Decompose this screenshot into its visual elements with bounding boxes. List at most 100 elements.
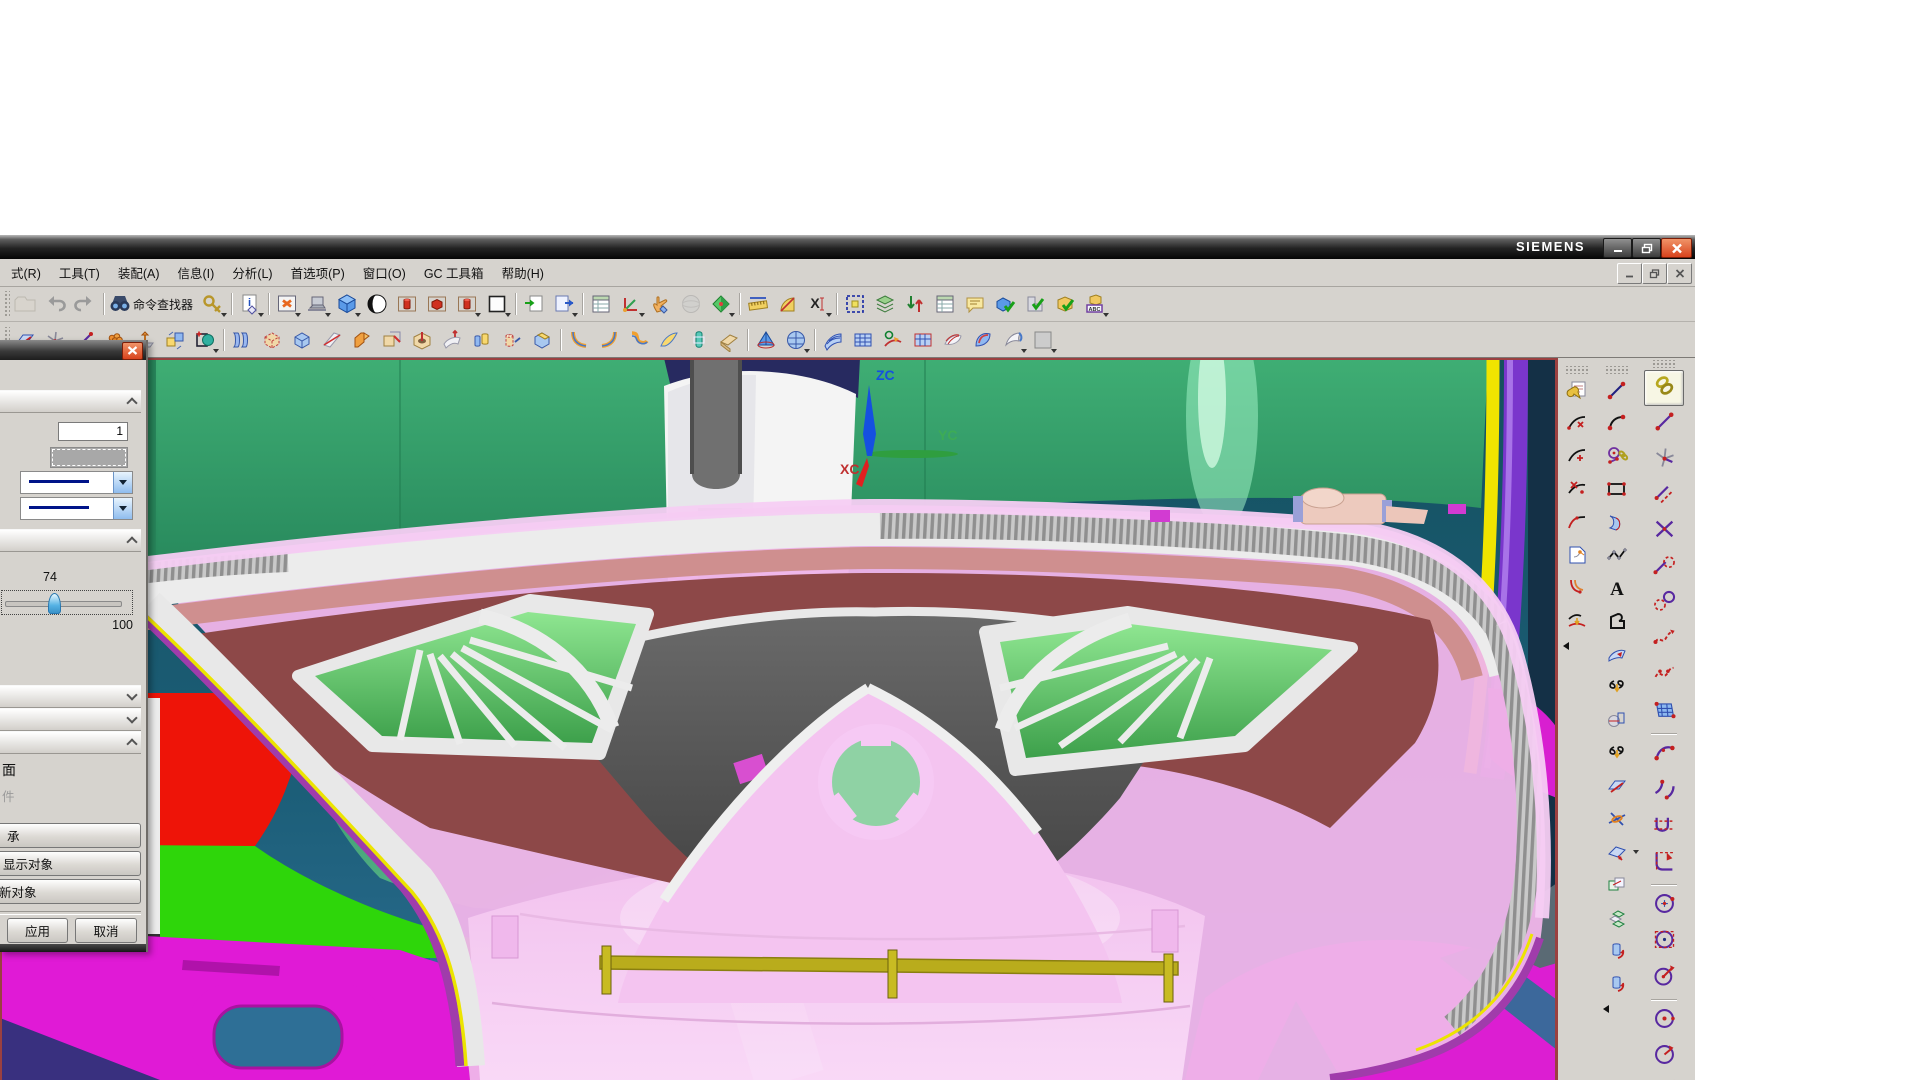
bounded-plane-button[interactable]	[908, 325, 938, 355]
linewidth-select[interactable]	[20, 497, 133, 520]
dialog-section-header-3[interactable]	[0, 685, 141, 708]
dialog-section-header-2[interactable]	[0, 529, 141, 552]
dropdown-arrow-icon[interactable]	[221, 313, 228, 317]
swept-surface-button[interactable]	[968, 325, 998, 355]
arc-tangent-button[interactable]	[1644, 773, 1684, 809]
ribbed-wall-button[interactable]	[227, 325, 257, 355]
undo-button[interactable]	[40, 289, 70, 319]
add-curve-point-button[interactable]	[1560, 442, 1594, 475]
dropdown-arrow-icon[interactable]	[804, 348, 810, 353]
dropdown-arrow-icon[interactable]	[1021, 348, 1027, 353]
dropdown-arrow-icon[interactable]	[1051, 348, 1057, 353]
circle-tangent-dash-button[interactable]	[1644, 1075, 1684, 1080]
child-close-button[interactable]	[1667, 263, 1692, 284]
sheet-from-curve-button[interactable]	[1560, 541, 1594, 574]
sketch-button[interactable]	[190, 325, 220, 355]
fit-window-button[interactable]	[272, 289, 302, 319]
color-swatch[interactable]	[50, 447, 128, 468]
circle-center-plus-button[interactable]	[1644, 888, 1684, 924]
display-mode-button[interactable]	[302, 289, 332, 319]
u-trim-button[interactable]	[1644, 809, 1684, 845]
offset-curve-pair-button[interactable]	[1560, 574, 1594, 607]
cavity-button[interactable]	[407, 325, 437, 355]
menu-item-preferences[interactable]: 首选项(P)	[282, 259, 354, 286]
grid-surface-button[interactable]	[1644, 694, 1684, 730]
bounding-body-button[interactable]	[840, 289, 870, 319]
bend-sheet-button[interactable]	[347, 325, 377, 355]
plane-arrow-button[interactable]	[1600, 838, 1639, 871]
information-query-button[interactable]: i	[235, 289, 265, 319]
open-button[interactable]	[10, 289, 40, 319]
move-to-layer-button[interactable]	[900, 289, 930, 319]
part-list-button[interactable]	[586, 289, 616, 319]
menu-item-assemblies[interactable]: 装配(A)	[109, 259, 169, 286]
spline-arrow-button[interactable]	[1644, 622, 1684, 658]
subtract-boolean-button[interactable]	[377, 325, 407, 355]
trim-body-button[interactable]	[317, 325, 347, 355]
line-and-circle-button[interactable]	[1644, 550, 1684, 586]
circle-radius-arrow-button[interactable]	[1644, 1039, 1684, 1075]
move-copy-button[interactable]	[160, 325, 190, 355]
label-abc-button[interactable]: ABC	[1080, 289, 1110, 319]
menu-item-help[interactable]: 帮助(H)	[493, 259, 553, 286]
pyramid-button[interactable]	[751, 325, 781, 355]
cylinder-arc-arrow-button[interactable]	[1600, 937, 1634, 970]
dropdown-arrow-icon[interactable]	[729, 313, 736, 317]
menu-item-format[interactable]: 式(R)	[2, 259, 50, 286]
section-plane-button[interactable]	[1600, 772, 1634, 805]
dialog-title-bar[interactable]	[0, 340, 146, 360]
user-defaults-button[interactable]	[198, 289, 228, 319]
wave-spline-button[interactable]	[1644, 658, 1684, 694]
plain-background-button[interactable]	[482, 289, 512, 319]
dropdown-arrow-icon[interactable]	[325, 313, 332, 317]
menu-item-tools[interactable]: 工具(T)	[50, 259, 109, 286]
child-restore-button[interactable]	[1642, 263, 1667, 284]
unite-boolean-button[interactable]	[467, 325, 497, 355]
export-part-button[interactable]	[549, 289, 579, 319]
corner-extend-button[interactable]	[1644, 845, 1684, 881]
face-blend-button[interactable]	[594, 325, 624, 355]
dialog-section-header-1[interactable]	[0, 390, 141, 413]
edge-blend-button[interactable]	[564, 325, 594, 355]
layer-settings-button[interactable]	[870, 289, 900, 319]
check-sections-button[interactable]	[1020, 289, 1050, 319]
solid-in-box-button[interactable]	[422, 289, 452, 319]
block-shaded-button[interactable]	[287, 325, 317, 355]
measure-extremes-button[interactable]: X	[803, 289, 833, 319]
cancel-button[interactable]: 取消	[75, 918, 137, 943]
project-curve-down-button[interactable]	[1560, 607, 1594, 640]
dropdown-arrow-icon[interactable]	[505, 313, 512, 317]
dropdown-arrow-icon[interactable]	[113, 498, 132, 519]
window-close-button[interactable]	[1661, 238, 1692, 258]
trim-hooks-button[interactable]	[1600, 673, 1634, 706]
dropdown-arrow-icon[interactable]	[572, 313, 579, 317]
circle-center-point-button[interactable]	[1644, 1003, 1684, 1039]
wireframe-cylinder-button[interactable]	[392, 289, 422, 319]
ruled-surface-button[interactable]	[818, 325, 848, 355]
toolbar-drag-handle[interactable]	[1564, 366, 1590, 374]
circle-in-box-button[interactable]	[1644, 924, 1684, 960]
new-objects-button[interactable]: 新对象	[0, 879, 141, 904]
dialog-section-header-5[interactable]	[0, 731, 141, 754]
swept-volume-button[interactable]	[1600, 508, 1634, 541]
examine-geometry-button[interactable]	[990, 289, 1020, 319]
dropdown-arrow-icon[interactable]	[1633, 850, 1639, 854]
window-minimize-button[interactable]	[1603, 238, 1632, 258]
toolbar-drag-handle[interactable]	[1604, 366, 1630, 374]
block-button[interactable]	[257, 325, 287, 355]
rotate-orient-button[interactable]	[362, 289, 392, 319]
curve-on-surface-button[interactable]	[878, 325, 908, 355]
more-surface-button[interactable]	[1028, 325, 1058, 355]
sphere-cylinder-section-button[interactable]	[1600, 706, 1634, 739]
window-restore-button[interactable]	[1632, 238, 1661, 258]
measure-distance-button[interactable]	[743, 289, 773, 319]
planes-copy-button[interactable]	[1600, 904, 1634, 937]
menu-item-gc-toolbox[interactable]: GC 工具箱	[415, 259, 493, 286]
dialog-section-header-4[interactable]	[0, 708, 141, 731]
faceted-sphere-button[interactable]	[781, 325, 811, 355]
transparency-slider[interactable]	[1, 590, 133, 615]
dropdown-arrow-icon[interactable]	[258, 313, 265, 317]
dropdown-arrow-icon[interactable]	[1103, 313, 1110, 317]
apply-to-displayed-button[interactable]: 显示对象	[0, 851, 141, 876]
linetype-select[interactable]	[20, 471, 133, 494]
